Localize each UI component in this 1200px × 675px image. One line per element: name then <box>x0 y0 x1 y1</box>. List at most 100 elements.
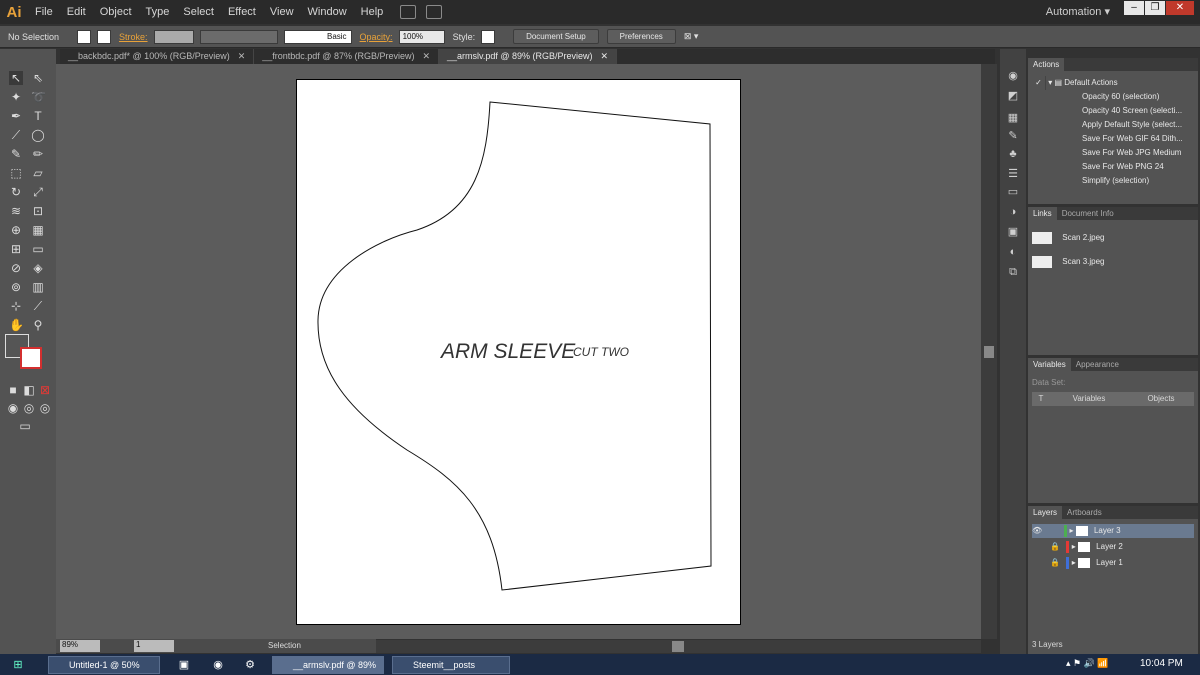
brushes-panel-icon[interactable]: ✎ <box>1005 129 1021 143</box>
lasso-tool-icon[interactable]: ➰ <box>31 90 46 104</box>
layer-row[interactable]: 🔒 ▸ Layer 2 <box>1032 540 1194 554</box>
line-tool-icon[interactable]: ⟋ <box>9 128 23 142</box>
scroll-thumb[interactable] <box>984 346 994 358</box>
tab-layers[interactable]: Layers <box>1028 506 1063 519</box>
close-tab-icon[interactable]: ✕ <box>601 51 609 61</box>
menu-object[interactable]: Object <box>93 6 139 18</box>
free-transform-tool-icon[interactable]: ⊡ <box>31 204 45 218</box>
taskbar-item-steemit[interactable]: Steemit__posts <box>392 656 510 674</box>
explorer-icon[interactable]: ▣ <box>176 657 192 673</box>
workspace-switcher[interactable]: Automation ▾ <box>1046 5 1110 18</box>
artboard-number-field[interactable]: 1 <box>134 640 174 652</box>
action-row[interactable]: Save For Web GIF 64 Dith... <box>1032 132 1194 146</box>
blend-tool-icon[interactable]: ◈ <box>31 261 45 275</box>
maximize-button[interactable]: ❐ <box>1145 1 1165 15</box>
action-row[interactable]: Opacity 40 Screen (selecti... <box>1032 104 1194 118</box>
scroll-thumb[interactable] <box>672 641 684 652</box>
arrange-documents-icon[interactable] <box>426 5 443 19</box>
graphic-styles-panel-icon[interactable]: ▣ <box>1005 225 1021 239</box>
tab-backbdc[interactable]: __backbdc.pdf* @ 100% (RGB/Preview) ✕ <box>60 49 255 64</box>
warp-tool-icon[interactable]: ≋ <box>9 204 23 218</box>
pen-tool-icon[interactable]: ✒ <box>9 109 23 123</box>
layer-row[interactable]: 🔒 ▸ Layer 1 <box>1032 556 1194 570</box>
tab-actions[interactable]: Actions <box>1028 58 1065 71</box>
stroke-weight-field[interactable] <box>153 29 194 44</box>
start-button-icon[interactable]: ⊞ <box>10 657 26 673</box>
variable-width-field[interactable] <box>199 29 278 44</box>
eyedropper-tool-icon[interactable]: ⊘ <box>9 261 23 275</box>
eraser-tool-icon[interactable]: ▱ <box>31 166 45 180</box>
stroke-label[interactable]: Stroke: <box>119 32 148 42</box>
gradient-panel-icon[interactable]: ▭ <box>1005 185 1021 199</box>
zoom-field[interactable]: 89% <box>60 640 100 652</box>
action-row[interactable]: Opacity 60 (selection) <box>1032 90 1194 104</box>
tray-icons[interactable]: ▴ ⚑ 🔊 📶 <box>1066 658 1109 669</box>
tab-variables[interactable]: Variables <box>1028 358 1071 371</box>
paintbrush-tool-icon[interactable]: ✎ <box>9 147 23 161</box>
arrange-icon[interactable]: ⊠ ▾ <box>684 31 699 42</box>
perspective-grid-tool-icon[interactable]: ▦ <box>31 223 45 237</box>
link-row[interactable]: Scan 2.jpeg <box>1032 229 1194 247</box>
actions-panel-icon[interactable]: ◉ <box>1005 69 1021 83</box>
action-row[interactable]: Save For Web JPG Medium <box>1032 146 1194 160</box>
close-button[interactable]: ✕ <box>1166 1 1194 15</box>
opacity-field[interactable]: 100% <box>398 29 445 44</box>
gradient-tool-icon[interactable]: ▭ <box>31 242 45 256</box>
gradient-mode-icon[interactable]: ◧ <box>22 383 36 397</box>
menu-select[interactable]: Select <box>176 6 221 18</box>
draw-inside-icon[interactable]: ◎ <box>38 401 52 415</box>
menu-view[interactable]: View <box>263 6 301 18</box>
close-tab-icon[interactable]: ✕ <box>238 51 246 61</box>
taskbar-item-photoshop[interactable]: Untitled-1 @ 50% (La... <box>48 656 160 674</box>
none-mode-icon[interactable]: ⊠ <box>38 383 52 397</box>
bridge-icon[interactable] <box>400 5 417 19</box>
rotate-tool-icon[interactable]: ↻ <box>9 185 23 199</box>
symbol-sprayer-tool-icon[interactable]: ⊚ <box>9 280 23 294</box>
document-setup-button[interactable]: Document Setup <box>513 29 599 44</box>
close-tab-icon[interactable]: ✕ <box>422 51 430 61</box>
preferences-button[interactable]: Preferences <box>606 29 676 44</box>
action-row[interactable]: Apply Default Style (select... <box>1032 118 1194 132</box>
tab-links[interactable]: Links <box>1028 207 1057 220</box>
appearance-panel-icon[interactable]: ◐ <box>1005 245 1021 259</box>
tab-document-info[interactable]: Document Info <box>1057 207 1119 220</box>
tab-appearance[interactable]: Appearance <box>1071 358 1124 371</box>
slice-tool-icon[interactable]: ⟋ <box>31 299 45 313</box>
style-swatch[interactable] <box>481 29 496 44</box>
artboard-tool-icon[interactable]: ⊹ <box>9 299 23 313</box>
direct-selection-tool-icon[interactable]: ⇖ <box>31 71 45 85</box>
menu-edit[interactable]: Edit <box>60 6 93 18</box>
color-mode-icon[interactable]: ■ <box>6 383 20 397</box>
menu-window[interactable]: Window <box>301 6 354 18</box>
menu-effect[interactable]: Effect <box>221 6 263 18</box>
symbols-panel-icon[interactable]: ♣ <box>1005 147 1021 161</box>
stroke-swatch[interactable] <box>97 29 112 44</box>
action-row[interactable]: Simplify (selection) <box>1032 174 1194 188</box>
taskbar-item-illustrator[interactable]: __armslv.pdf @ 89% ... <box>272 656 384 674</box>
minimize-button[interactable]: – <box>1124 1 1144 15</box>
graph-tool-icon[interactable]: ▥ <box>31 280 45 294</box>
link-row[interactable]: Scan 3.jpeg <box>1032 253 1194 271</box>
tab-frontbdc[interactable]: __frontbdc.pdf @ 87% (RGB/Preview) ✕ <box>254 49 440 64</box>
shape-builder-tool-icon[interactable]: ⊕ <box>9 223 23 237</box>
draw-normal-icon[interactable]: ◉ <box>6 401 20 415</box>
ellipse-tool-icon[interactable]: ◯ <box>31 128 45 142</box>
stroke-color-box[interactable] <box>20 347 42 369</box>
action-row[interactable]: Save For Web PNG 24 <box>1032 160 1194 174</box>
draw-behind-icon[interactable]: ◎ <box>22 401 36 415</box>
chrome-icon[interactable]: ◉ <box>210 657 226 673</box>
magic-wand-tool-icon[interactable]: ✦ <box>9 90 23 104</box>
stroke-panel-icon[interactable]: ☰ <box>1005 167 1021 181</box>
scale-tool-icon[interactable]: ⤢ <box>31 185 45 199</box>
opacity-label[interactable]: Opacity: <box>360 32 393 42</box>
menu-type[interactable]: Type <box>139 6 177 18</box>
screen-mode-icon[interactable]: ▭ <box>18 419 32 433</box>
horizontal-scrollbar[interactable] <box>372 640 981 653</box>
clock[interactable]: 10:04 PM <box>1140 658 1183 669</box>
type-tool-icon[interactable]: T <box>31 109 45 123</box>
vertical-scrollbar[interactable] <box>981 64 997 639</box>
selection-tool-icon[interactable]: ↖ <box>9 71 23 85</box>
layer-row[interactable]: 👁 ▸ Layer 3 <box>1032 524 1194 538</box>
fill-swatch[interactable] <box>77 29 92 44</box>
menu-file[interactable]: File <box>28 6 60 18</box>
